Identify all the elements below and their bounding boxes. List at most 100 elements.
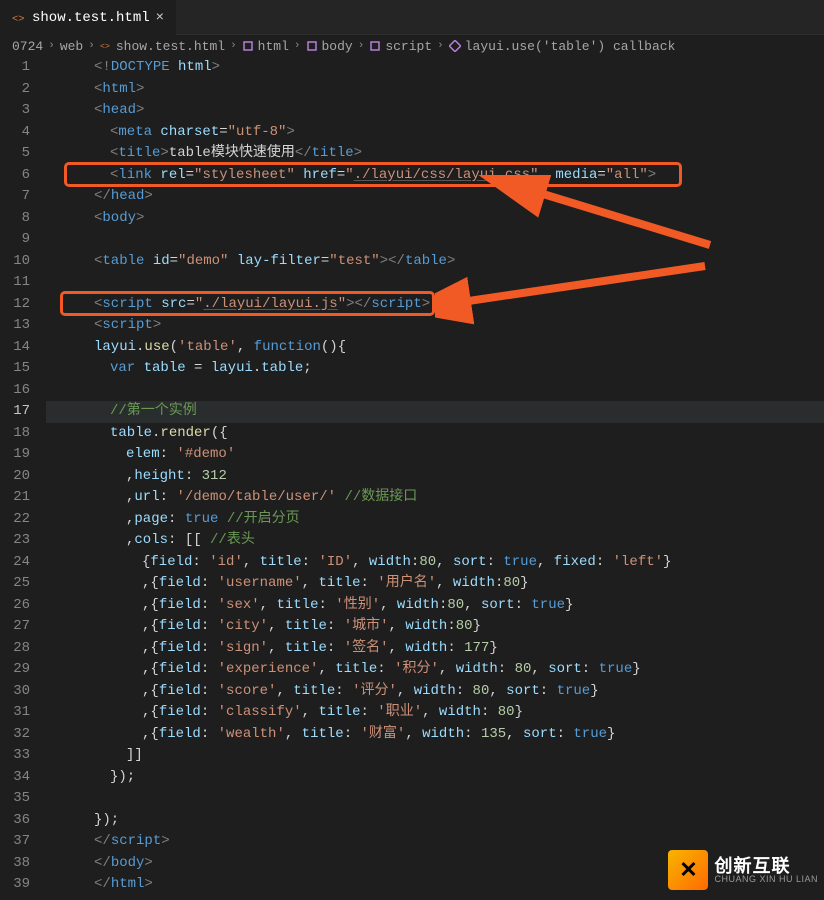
code-line[interactable]: <script src="./layui/layui.js"></script>	[46, 294, 824, 316]
code-line[interactable]: ,page: true //开启分页	[46, 509, 824, 531]
code-line[interactable]	[46, 229, 824, 251]
code-line[interactable]	[46, 272, 824, 294]
code-line[interactable]: ,{field: 'city', title: '城市', width:80}	[46, 616, 824, 638]
line-number: 18	[0, 423, 30, 445]
code-line[interactable]: });	[46, 810, 824, 832]
line-number: 24	[0, 552, 30, 574]
code-line[interactable]	[46, 380, 824, 402]
line-number: 7	[0, 186, 30, 208]
line-number: 20	[0, 466, 30, 488]
line-number: 13	[0, 315, 30, 337]
code-line[interactable]: ,{field: 'sex', title: '性别', width:80, s…	[46, 595, 824, 617]
line-number: 10	[0, 251, 30, 273]
line-number-gutter: 1234567891011121314151617181920212223242…	[0, 57, 46, 900]
code-line[interactable]: ,url: '/demo/table/user/' //数据接口	[46, 487, 824, 509]
code-line[interactable]: <body>	[46, 208, 824, 230]
line-number: 35	[0, 788, 30, 810]
line-number: 34	[0, 767, 30, 789]
html-file-icon: <>	[12, 11, 26, 25]
line-number: 21	[0, 487, 30, 509]
watermark-subtitle: CHUANG XIN HU LIAN	[714, 875, 818, 884]
tab-label: show.test.html	[32, 10, 150, 26]
line-number: 32	[0, 724, 30, 746]
line-number: 27	[0, 616, 30, 638]
code-line[interactable]: ,{field: 'sign', title: '签名', width: 177…	[46, 638, 824, 660]
breadcrumb-item[interactable]: html	[242, 39, 289, 54]
code-line[interactable]: <meta charset="utf-8">	[46, 122, 824, 144]
watermark: ✕ 创新互联 CHUANG XIN HU LIAN	[668, 850, 818, 890]
line-number: 12	[0, 294, 30, 316]
line-number: 1	[0, 57, 30, 79]
code-line[interactable]: <!DOCTYPE html>	[46, 57, 824, 79]
code-line[interactable]: });	[46, 767, 824, 789]
line-number: 28	[0, 638, 30, 660]
code-line[interactable]: ,cols: [[ //表头	[46, 530, 824, 552]
line-number: 38	[0, 853, 30, 875]
svg-text:<>: <>	[100, 42, 110, 51]
breadcrumb: 0724 › web › <> show.test.html › html › …	[0, 35, 824, 57]
watermark-logo-icon: ✕	[668, 850, 708, 890]
line-number: 26	[0, 595, 30, 617]
close-icon[interactable]: ×	[156, 10, 164, 26]
code-line[interactable]: ,height: 312	[46, 466, 824, 488]
line-number: 14	[0, 337, 30, 359]
line-number: 37	[0, 831, 30, 853]
code-line[interactable]: table.render({	[46, 423, 824, 445]
chevron-right-icon: ›	[47, 40, 56, 52]
code-line[interactable]	[46, 788, 824, 810]
svg-text:<>: <>	[12, 13, 25, 25]
breadcrumb-item[interactable]: layui.use('table') callback	[449, 39, 676, 54]
code-line[interactable]: elem: '#demo'	[46, 444, 824, 466]
function-icon	[449, 40, 461, 52]
breadcrumb-item[interactable]: 0724	[12, 39, 43, 54]
code-line[interactable]: ,{field: 'classify', title: '职业', width:…	[46, 702, 824, 724]
code-area[interactable]: <!DOCTYPE html><html><head><meta charset…	[46, 57, 824, 900]
line-number: 6	[0, 165, 30, 187]
code-line[interactable]: var table = layui.table;	[46, 358, 824, 380]
chevron-right-icon: ›	[87, 40, 96, 52]
line-number: 5	[0, 143, 30, 165]
line-number: 3	[0, 100, 30, 122]
html-file-icon: <>	[100, 40, 112, 52]
line-number: 15	[0, 358, 30, 380]
code-line[interactable]: <html>	[46, 79, 824, 101]
breadcrumb-item[interactable]: script	[369, 39, 432, 54]
tab-active[interactable]: <> show.test.html ×	[0, 0, 176, 35]
code-line[interactable]: <script>	[46, 315, 824, 337]
code-line[interactable]: <title>table模块快速使用</title>	[46, 143, 824, 165]
symbol-icon	[306, 40, 318, 52]
code-line[interactable]: layui.use('table', function(){	[46, 337, 824, 359]
chevron-right-icon: ›	[436, 40, 445, 52]
code-line[interactable]: ]]	[46, 745, 824, 767]
code-line[interactable]: ,{field: 'score', title: '评分', width: 80…	[46, 681, 824, 703]
code-line[interactable]: <table id="demo" lay-filter="test"></tab…	[46, 251, 824, 273]
code-line[interactable]: {field: 'id', title: 'ID', width:80, sor…	[46, 552, 824, 574]
code-line[interactable]: </head>	[46, 186, 824, 208]
symbol-icon	[369, 40, 381, 52]
code-line[interactable]: ,{field: 'wealth', title: '财富', width: 1…	[46, 724, 824, 746]
chevron-right-icon: ›	[357, 40, 366, 52]
line-number: 30	[0, 681, 30, 703]
line-number: 11	[0, 272, 30, 294]
watermark-title: 创新互联	[714, 857, 818, 875]
line-number: 25	[0, 573, 30, 595]
line-number: 39	[0, 874, 30, 896]
line-number: 29	[0, 659, 30, 681]
line-number: 31	[0, 702, 30, 724]
line-number: 8	[0, 208, 30, 230]
editor[interactable]: 1234567891011121314151617181920212223242…	[0, 57, 824, 900]
code-line[interactable]: <head>	[46, 100, 824, 122]
line-number: 19	[0, 444, 30, 466]
code-line[interactable]: ,{field: 'username', title: '用户名', width…	[46, 573, 824, 595]
chevron-right-icon: ›	[293, 40, 302, 52]
tab-bar: <> show.test.html ×	[0, 0, 824, 35]
code-line[interactable]: ,{field: 'experience', title: '积分', widt…	[46, 659, 824, 681]
line-number: 17	[0, 401, 30, 423]
code-line[interactable]: <link rel="stylesheet" href="./layui/css…	[46, 165, 824, 187]
line-number: 4	[0, 122, 30, 144]
breadcrumb-item[interactable]: body	[306, 39, 353, 54]
code-line[interactable]: //第一个实例	[46, 401, 824, 423]
line-number: 23	[0, 530, 30, 552]
breadcrumb-item[interactable]: <> show.test.html	[100, 39, 225, 54]
breadcrumb-item[interactable]: web	[60, 39, 83, 54]
